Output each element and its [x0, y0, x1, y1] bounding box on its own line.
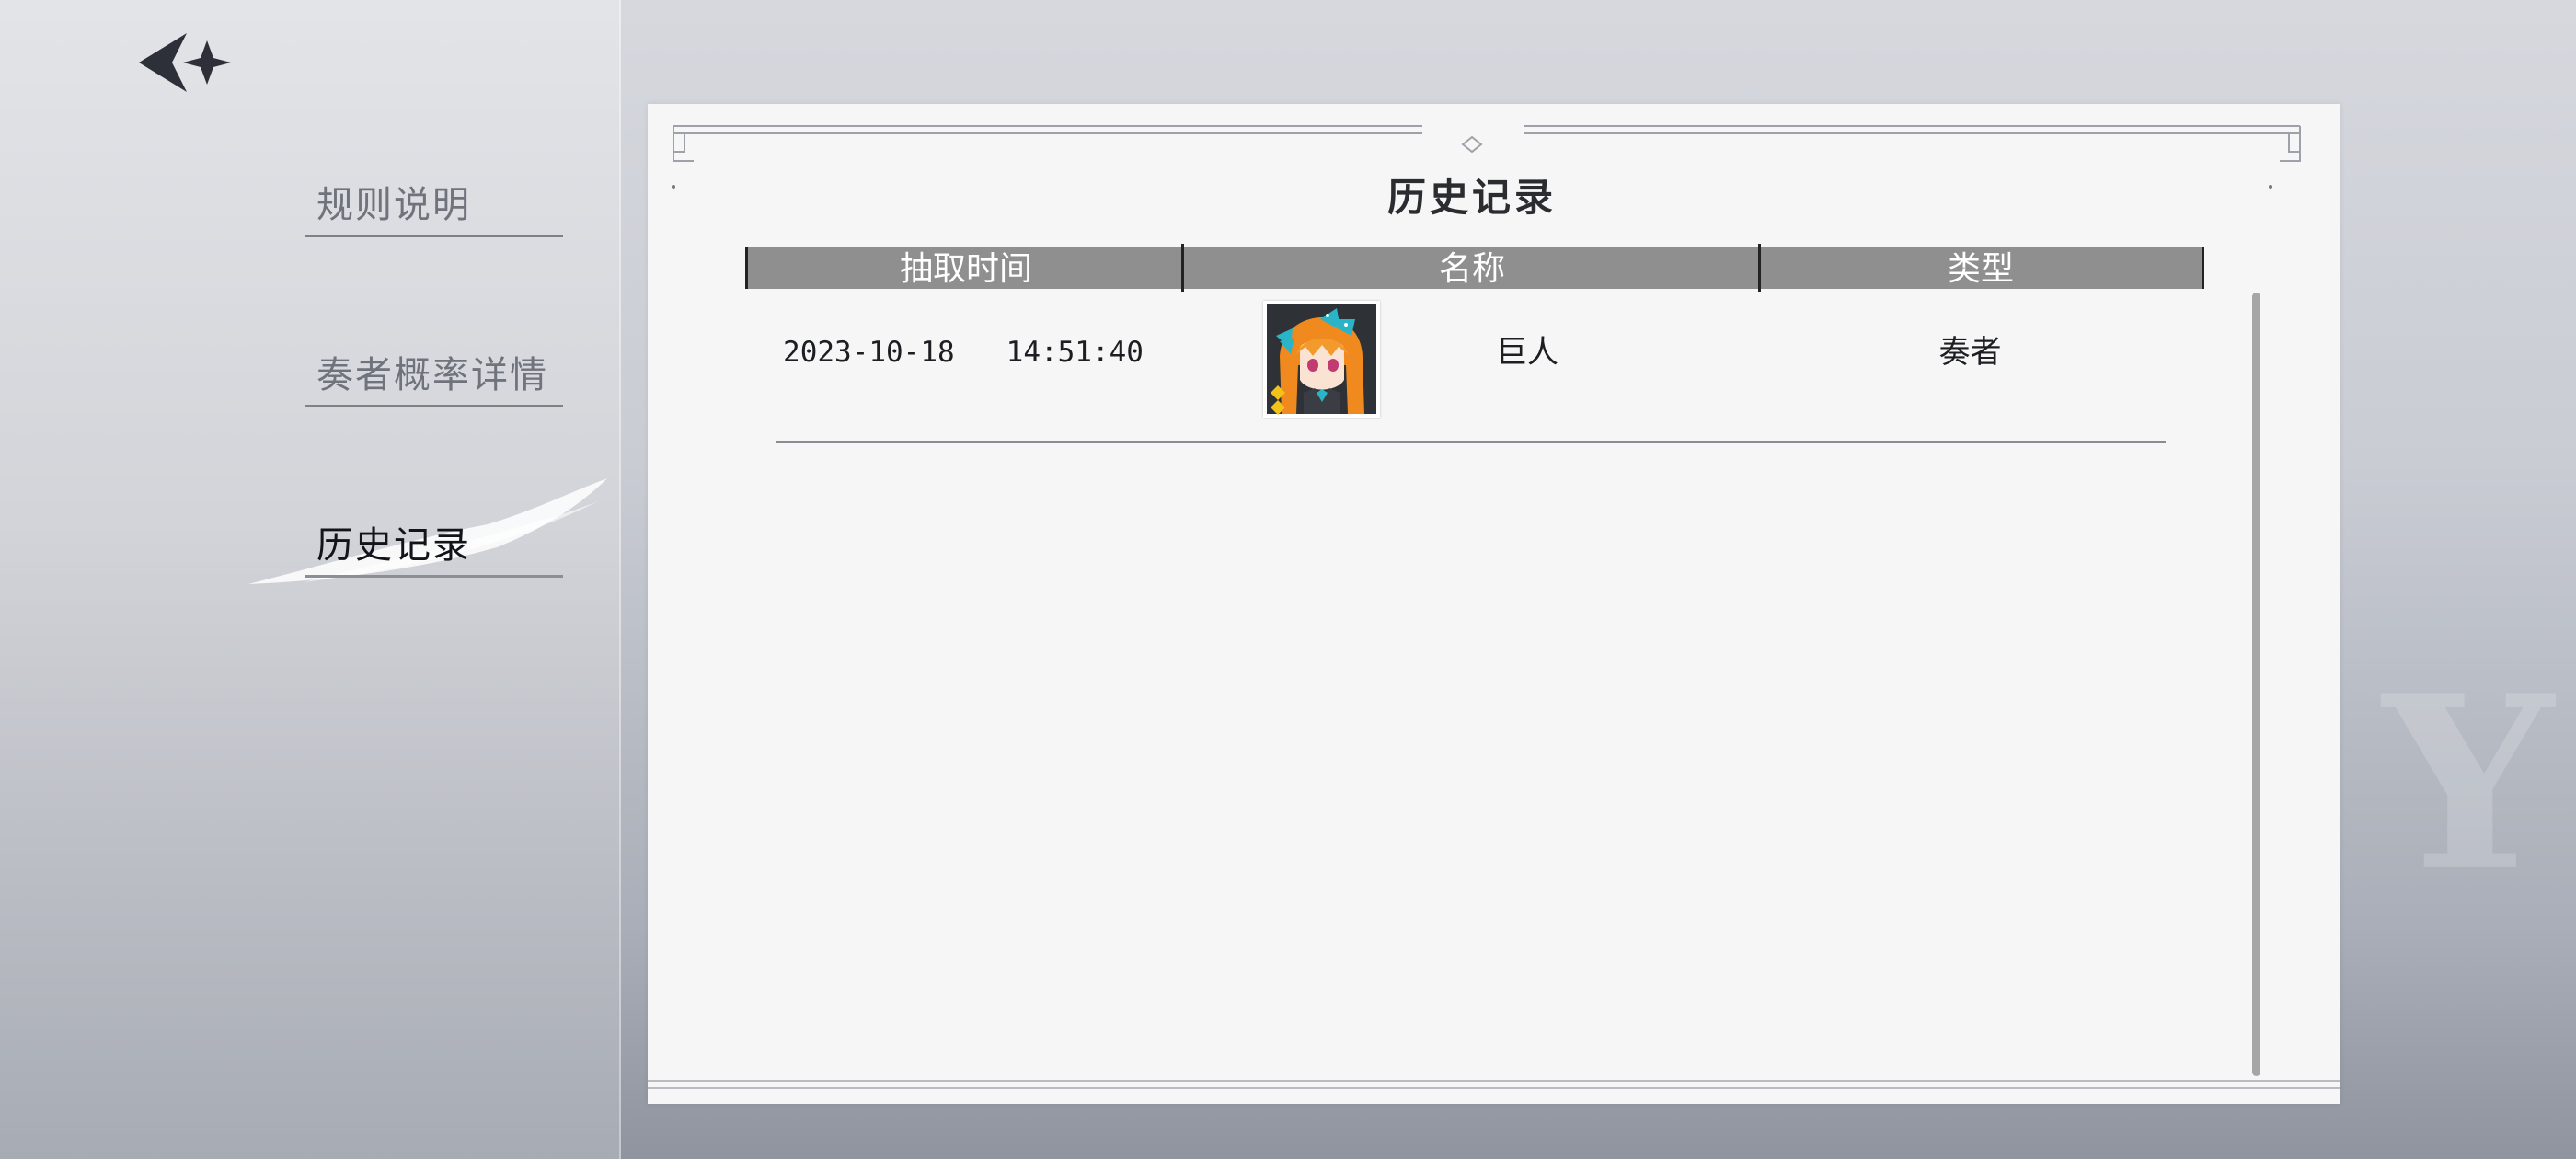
sidebar-item-underline — [305, 235, 563, 237]
column-header-draw-time: 抽取时间 — [899, 250, 1032, 288]
back-arrow-star-icon — [139, 33, 231, 92]
sidebar-item-label: 奏者概率详情 — [316, 354, 548, 396]
row-name: 巨人 — [1496, 334, 1558, 371]
column-header-type: 类型 — [1947, 250, 2014, 288]
character-portrait-icon — [1267, 304, 1376, 415]
character-avatar — [1263, 301, 1380, 418]
row-type: 奏者 — [1938, 334, 2002, 371]
row-divider — [776, 441, 2166, 443]
background-watermark-right: Y — [2383, 644, 2554, 924]
sidebar-item-history[interactable]: 历史记录 — [305, 520, 563, 578]
panel-bottom-border — [648, 1087, 2340, 1089]
gacha-history-screen: KAGA NONG Y 规则说明 奏者概率详情 历史记录 — [0, 0, 2576, 1159]
sidebar-divider — [619, 0, 621, 1159]
history-scrollbar[interactable] — [2252, 293, 2260, 1076]
table-row: 2023-10-18 14:51:40 巨人 奏者 — [745, 293, 2204, 418]
column-header-name: 名称 — [1438, 250, 1505, 288]
row-draw-time: 2023-10-18 14:51:40 — [783, 336, 1144, 369]
panel-title: 历史记录 — [1386, 175, 1557, 220]
sidebar-item-underline — [305, 405, 563, 407]
sidebar-item-label: 规则说明 — [316, 184, 471, 226]
back-button[interactable] — [133, 28, 244, 101]
sidebar-item-label: 历史记录 — [316, 524, 471, 567]
sidebar-item-underline — [305, 575, 563, 578]
sidebar — [0, 0, 621, 1159]
panel-bottom-border — [648, 1080, 2340, 1082]
table-header: 抽取时间 名称 类型 — [745, 244, 2204, 292]
sidebar-item-probability-details[interactable]: 奏者概率详情 — [305, 350, 563, 407]
history-panel: 历史记录 抽取时间 名称 类型 2023-10-18 14:51:40 巨人 奏… — [648, 104, 2340, 1104]
sidebar-item-rules[interactable]: 规则说明 — [305, 179, 563, 237]
